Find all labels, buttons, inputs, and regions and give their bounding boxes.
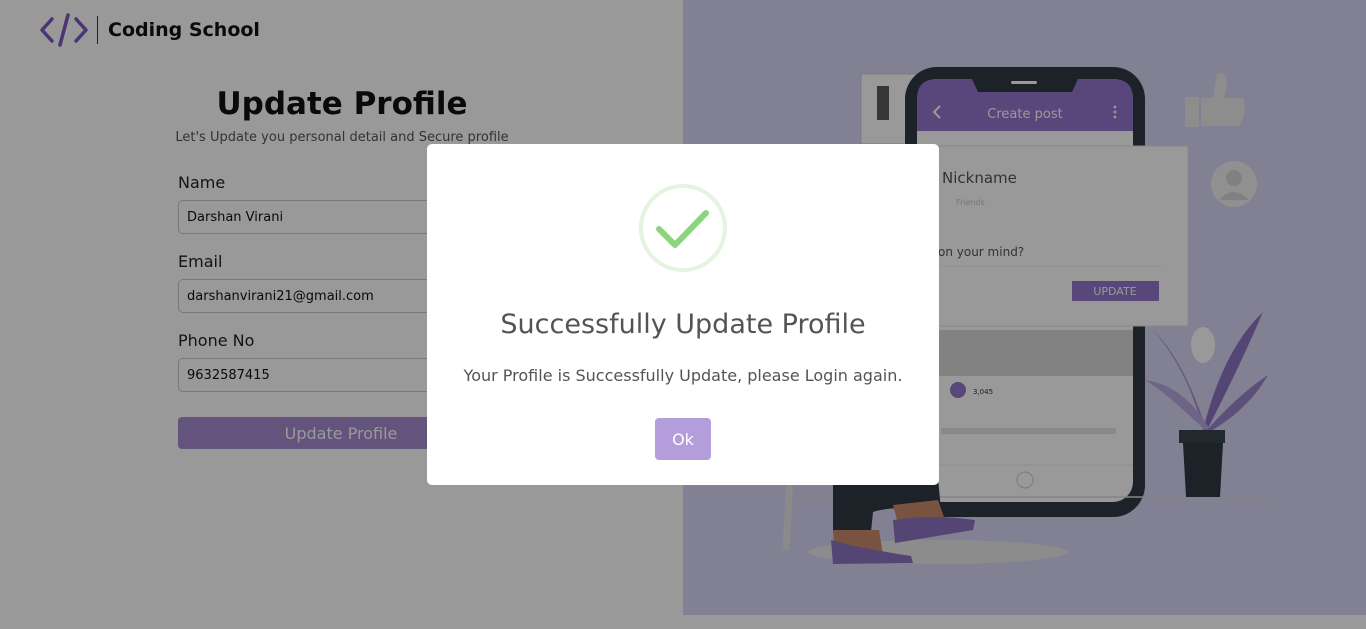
success-dialog: Successfully Update Profile Your Profile…: [427, 144, 939, 485]
success-checkmark-icon: [639, 184, 727, 272]
dialog-title: Successfully Update Profile: [500, 309, 866, 340]
dialog-message: Your Profile is Successfully Update, ple…: [463, 366, 903, 385]
ok-button[interactable]: Ok: [655, 418, 711, 460]
